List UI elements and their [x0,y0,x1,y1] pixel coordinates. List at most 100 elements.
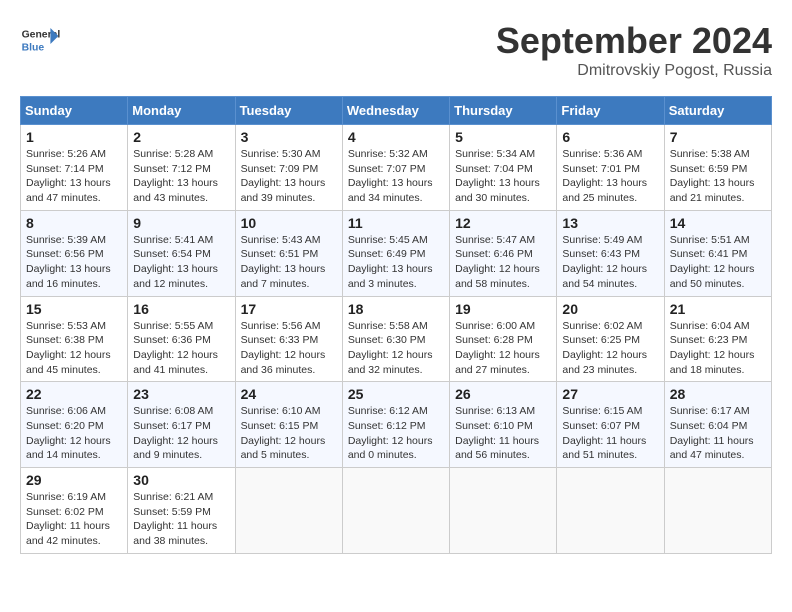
calendar-cell [450,468,557,554]
day-number: 26 [455,386,551,402]
calendar-cell: 1 Sunrise: 5:26 AM Sunset: 7:14 PM Daylig… [21,125,128,211]
day-number: 3 [241,129,337,145]
calendar-cell: 28 Sunrise: 6:17 AM Sunset: 6:04 PM Dayli… [664,382,771,468]
day-number: 24 [241,386,337,402]
day-info: Sunrise: 5:26 AM Sunset: 7:14 PM Dayligh… [26,147,122,206]
weekday-header-tuesday: Tuesday [235,97,342,125]
calendar-cell [342,468,449,554]
calendar-cell: 11 Sunrise: 5:45 AM Sunset: 6:49 PM Dayli… [342,210,449,296]
day-number: 9 [133,215,229,231]
day-info: Sunrise: 5:43 AM Sunset: 6:51 PM Dayligh… [241,233,337,292]
day-number: 25 [348,386,444,402]
day-info: Sunrise: 5:36 AM Sunset: 7:01 PM Dayligh… [562,147,658,206]
day-number: 17 [241,301,337,317]
day-number: 14 [670,215,766,231]
day-number: 29 [26,472,122,488]
calendar-cell: 2 Sunrise: 5:28 AM Sunset: 7:12 PM Daylig… [128,125,235,211]
day-info: Sunrise: 5:47 AM Sunset: 6:46 PM Dayligh… [455,233,551,292]
calendar-cell: 16Sunrise: 5:55 AM Sunset: 6:36 PM Dayli… [128,296,235,382]
logo-icon: General Blue [20,20,60,60]
calendar-cell: 30 Sunrise: 6:21 AM Sunset: 5:59 PM Dayli… [128,468,235,554]
day-number: 30 [133,472,229,488]
calendar-cell: 23 Sunrise: 6:08 AM Sunset: 6:17 PM Dayli… [128,382,235,468]
calendar-cell: 17 Sunrise: 5:56 AM Sunset: 6:33 PM Dayli… [235,296,342,382]
day-info: Sunrise: 6:13 AM Sunset: 6:10 PM Dayligh… [455,404,551,463]
day-number: 19 [455,301,551,317]
calendar-cell: 20 Sunrise: 6:02 AM Sunset: 6:25 PM Dayli… [557,296,664,382]
calendar-cell: 27 Sunrise: 6:15 AM Sunset: 6:07 PM Dayli… [557,382,664,468]
day-info: Sunrise: 5:41 AM Sunset: 6:54 PM Dayligh… [133,233,229,292]
day-number: 21 [670,301,766,317]
logo: General Blue [20,20,60,60]
day-info: Sunrise: 6:08 AM Sunset: 6:17 PM Dayligh… [133,404,229,463]
day-info: Sunrise: 6:12 AM Sunset: 6:12 PM Dayligh… [348,404,444,463]
calendar-cell: 25 Sunrise: 6:12 AM Sunset: 6:12 PM Dayli… [342,382,449,468]
title-block: September 2024 Dmitrovskiy Pogost, Russi… [496,20,772,80]
day-number: 4 [348,129,444,145]
calendar-cell: 19 Sunrise: 6:00 AM Sunset: 6:28 PM Dayli… [450,296,557,382]
calendar-cell: 18Sunrise: 5:58 AM Sunset: 6:30 PM Dayli… [342,296,449,382]
day-number: 23 [133,386,229,402]
day-info: Sunrise: 5:49 AM Sunset: 6:43 PM Dayligh… [562,233,658,292]
day-number: 22 [26,386,122,402]
calendar-cell: 9 Sunrise: 5:41 AM Sunset: 6:54 PM Daylig… [128,210,235,296]
weekday-header-monday: Monday [128,97,235,125]
day-info: Sunrise: 6:17 AM Sunset: 6:04 PM Dayligh… [670,404,766,463]
calendar-cell: 13 Sunrise: 5:49 AM Sunset: 6:43 PM Dayli… [557,210,664,296]
calendar-cell: 3 Sunrise: 5:30 AM Sunset: 7:09 PM Daylig… [235,125,342,211]
day-info: Sunrise: 6:02 AM Sunset: 6:25 PM Dayligh… [562,319,658,378]
day-info: Sunrise: 6:15 AM Sunset: 6:07 PM Dayligh… [562,404,658,463]
day-number: 16 [133,301,229,317]
weekday-header-sunday: Sunday [21,97,128,125]
day-number: 5 [455,129,551,145]
day-info: Sunrise: 6:10 AM Sunset: 6:15 PM Dayligh… [241,404,337,463]
day-info: Sunrise: 5:34 AM Sunset: 7:04 PM Dayligh… [455,147,551,206]
day-number: 1 [26,129,122,145]
day-info: Sunrise: 5:39 AM Sunset: 6:56 PM Dayligh… [26,233,122,292]
day-number: 2 [133,129,229,145]
svg-text:Blue: Blue [22,42,45,53]
day-number: 15 [26,301,122,317]
day-info: Sunrise: 5:45 AM Sunset: 6:49 PM Dayligh… [348,233,444,292]
calendar-cell: 7 Sunrise: 5:38 AM Sunset: 6:59 PM Daylig… [664,125,771,211]
calendar-cell: 26 Sunrise: 6:13 AM Sunset: 6:10 PM Dayli… [450,382,557,468]
calendar-cell: 12Sunrise: 5:47 AM Sunset: 6:46 PM Dayli… [450,210,557,296]
day-info: Sunrise: 6:21 AM Sunset: 5:59 PM Dayligh… [133,490,229,549]
weekday-header-saturday: Saturday [664,97,771,125]
location-title: Dmitrovskiy Pogost, Russia [496,62,772,80]
calendar-cell: 14 Sunrise: 5:51 AM Sunset: 6:41 PM Dayli… [664,210,771,296]
page-header: General Blue September 2024 Dmitrovskiy … [20,20,772,80]
day-number: 6 [562,129,658,145]
day-info: Sunrise: 5:56 AM Sunset: 6:33 PM Dayligh… [241,319,337,378]
day-info: Sunrise: 6:04 AM Sunset: 6:23 PM Dayligh… [670,319,766,378]
day-info: Sunrise: 5:28 AM Sunset: 7:12 PM Dayligh… [133,147,229,206]
day-info: Sunrise: 5:32 AM Sunset: 7:07 PM Dayligh… [348,147,444,206]
day-info: Sunrise: 5:51 AM Sunset: 6:41 PM Dayligh… [670,233,766,292]
calendar-cell [235,468,342,554]
calendar-cell: 24 Sunrise: 6:10 AM Sunset: 6:15 PM Dayli… [235,382,342,468]
calendar-cell: 22 Sunrise: 6:06 AM Sunset: 6:20 PM Dayli… [21,382,128,468]
day-number: 10 [241,215,337,231]
calendar-cell [664,468,771,554]
day-number: 27 [562,386,658,402]
day-number: 11 [348,215,444,231]
day-info: Sunrise: 5:58 AM Sunset: 6:30 PM Dayligh… [348,319,444,378]
day-number: 13 [562,215,658,231]
calendar-cell: 29 Sunrise: 6:19 AM Sunset: 6:02 PM Dayli… [21,468,128,554]
day-info: Sunrise: 6:06 AM Sunset: 6:20 PM Dayligh… [26,404,122,463]
day-info: Sunrise: 5:30 AM Sunset: 7:09 PM Dayligh… [241,147,337,206]
calendar-cell: 6 Sunrise: 5:36 AM Sunset: 7:01 PM Daylig… [557,125,664,211]
calendar-cell: 4 Sunrise: 5:32 AM Sunset: 7:07 PM Daylig… [342,125,449,211]
day-info: Sunrise: 5:38 AM Sunset: 6:59 PM Dayligh… [670,147,766,206]
day-number: 28 [670,386,766,402]
calendar-cell: 10 Sunrise: 5:43 AM Sunset: 6:51 PM Dayli… [235,210,342,296]
day-number: 7 [670,129,766,145]
weekday-header-thursday: Thursday [450,97,557,125]
day-info: Sunrise: 6:19 AM Sunset: 6:02 PM Dayligh… [26,490,122,549]
calendar-cell: 8Sunrise: 5:39 AM Sunset: 6:56 PM Daylig… [21,210,128,296]
day-info: Sunrise: 5:53 AM Sunset: 6:38 PM Dayligh… [26,319,122,378]
calendar-cell: 15 Sunrise: 5:53 AM Sunset: 6:38 PM Dayli… [21,296,128,382]
day-info: Sunrise: 6:00 AM Sunset: 6:28 PM Dayligh… [455,319,551,378]
day-number: 20 [562,301,658,317]
calendar-table: SundayMondayTuesdayWednesdayThursdayFrid… [20,96,772,554]
